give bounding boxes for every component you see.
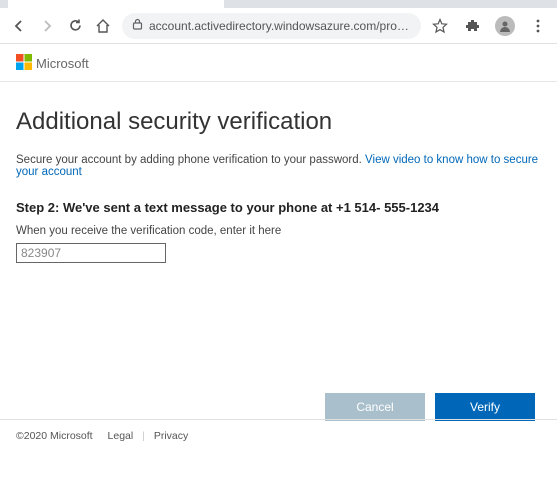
brand-name: Microsoft	[36, 56, 89, 71]
footer-legal-link[interactable]: Legal	[108, 430, 134, 442]
instruction-text: When you receive the verification code, …	[16, 225, 541, 237]
page-footer: ©2020 Microsoft Legal | Privacy	[0, 419, 557, 452]
action-row: Cancel Verify	[16, 393, 541, 421]
address-bar[interactable]: account.activedirectory.windowsazure.com…	[122, 13, 421, 39]
step-prefix: Step 2: We've sent a text message to you…	[16, 200, 336, 215]
page-title: Additional security verification	[16, 108, 541, 136]
footer-copyright: ©2020 Microsoft	[16, 430, 93, 442]
verification-code-input[interactable]	[16, 243, 166, 263]
microsoft-logo-icon	[16, 54, 32, 73]
intro-text: Secure your account by adding phone veri…	[16, 154, 541, 178]
cancel-button[interactable]: Cancel	[325, 393, 425, 421]
menu-icon[interactable]	[529, 18, 547, 34]
footer-separator: |	[142, 430, 145, 442]
site-header: Microsoft	[0, 44, 557, 82]
step-phone: +1 514- 555-1234	[336, 200, 439, 215]
reload-icon[interactable]	[66, 18, 84, 33]
browser-tab[interactable]: Additional security verification ×	[8, 0, 224, 8]
profile-avatar-icon[interactable]	[495, 16, 515, 36]
main-content: Additional security verification Secure …	[0, 82, 557, 437]
forward-icon[interactable]	[38, 18, 56, 34]
browser-toolbar: account.activedirectory.windowsazure.com…	[0, 8, 557, 44]
extensions-icon[interactable]	[463, 18, 481, 33]
tab-close-icon[interactable]: ×	[206, 0, 214, 1]
back-icon[interactable]	[10, 18, 28, 34]
star-icon[interactable]	[431, 18, 449, 34]
new-tab-button[interactable]: +	[232, 0, 241, 2]
home-icon[interactable]	[94, 18, 112, 34]
verify-button[interactable]: Verify	[435, 393, 535, 421]
step-heading: Step 2: We've sent a text message to you…	[16, 200, 541, 215]
lock-icon	[132, 18, 143, 33]
footer-privacy-link[interactable]: Privacy	[154, 430, 188, 442]
address-text: account.activedirectory.windowsazure.com…	[149, 19, 411, 33]
intro-static: Secure your account by adding phone veri…	[16, 154, 365, 166]
browser-tab-bar: Additional security verification × +	[0, 0, 557, 8]
